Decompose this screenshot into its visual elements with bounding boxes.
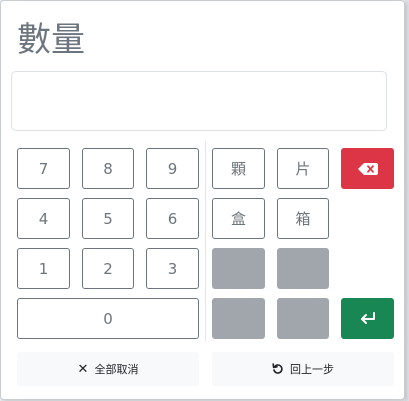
unit-key-tablet[interactable]: 片 (277, 148, 329, 189)
backspace-icon (357, 162, 378, 175)
blank-key (277, 298, 329, 339)
unit-key-case[interactable]: 箱 (277, 198, 329, 239)
key-1[interactable]: 1 (17, 248, 70, 289)
clear-all-label: 全部取消 (94, 363, 139, 376)
key-0[interactable]: 0 (17, 298, 199, 339)
key-8[interactable]: 8 (82, 148, 134, 189)
dialog-title: 數量 (17, 20, 85, 60)
key-5[interactable]: 5 (82, 198, 134, 239)
quantity-dialog: 數量 7 8 9 4 5 6 1 2 3 0 顆 片 盒 箱 ✕ 全部取消 回上… (0, 0, 405, 400)
unit-key-box[interactable]: 盒 (212, 198, 265, 239)
undo-button[interactable]: 回上一步 (212, 352, 394, 386)
clear-all-button[interactable]: ✕ 全部取消 (17, 352, 199, 386)
key-3[interactable]: 3 (146, 248, 199, 289)
background-window-edge (405, 0, 409, 401)
key-4[interactable]: 4 (17, 198, 70, 239)
quantity-display (11, 71, 387, 131)
key-6[interactable]: 6 (146, 198, 199, 239)
close-icon: ✕ (77, 361, 89, 377)
enter-icon (360, 311, 375, 324)
blank-key (212, 298, 265, 339)
keypad-divider (205, 141, 206, 341)
key-7[interactable]: 7 (17, 148, 70, 189)
blank-key (277, 248, 329, 289)
backspace-button[interactable] (341, 148, 394, 189)
key-9[interactable]: 9 (146, 148, 199, 189)
key-2[interactable]: 2 (82, 248, 134, 289)
undo-label: 回上一步 (290, 363, 334, 376)
enter-button[interactable] (341, 298, 394, 339)
blank-key (212, 248, 265, 289)
undo-icon (272, 363, 283, 374)
unit-key-pill[interactable]: 顆 (212, 148, 265, 189)
